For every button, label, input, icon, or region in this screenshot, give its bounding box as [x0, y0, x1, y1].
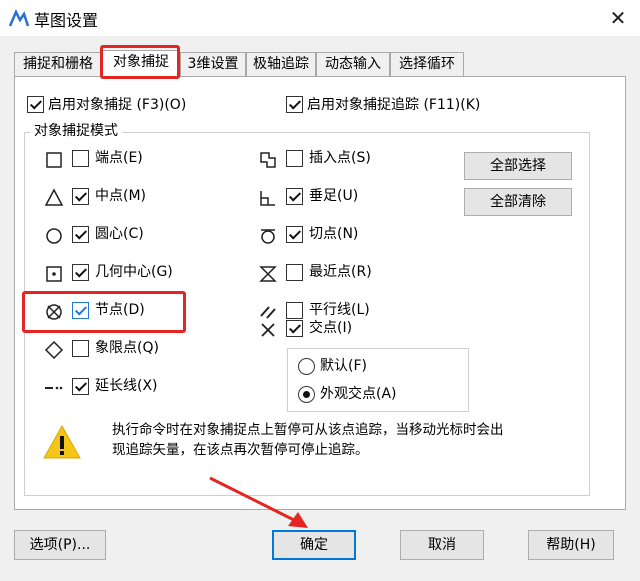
enable-tracking-checkbox[interactable] — [286, 96, 303, 113]
intersection-checkbox[interactable] — [286, 320, 303, 337]
diamond-marker-icon — [44, 340, 64, 360]
endpoint-checkbox[interactable] — [72, 150, 89, 167]
close-icon[interactable]: ✕ — [606, 6, 630, 30]
intersection-label: 交点(I) — [309, 320, 353, 336]
quadrant-checkbox[interactable] — [72, 340, 89, 357]
tab-dynamic-input[interactable]: 动态输入 — [316, 52, 390, 76]
center-label: 圆心(C) — [95, 226, 144, 242]
default-radio[interactable] — [298, 358, 315, 375]
options-button[interactable]: 选项(P)... — [14, 530, 106, 560]
default-radio-label: 默认(F) — [320, 358, 367, 374]
parallel-label: 平行线(L) — [309, 302, 370, 318]
extension-label: 延长线(X) — [95, 378, 158, 394]
intersection-marker-icon — [261, 323, 275, 337]
tangent-marker-icon — [261, 229, 275, 244]
extension-marker-icon — [45, 386, 63, 390]
title-bar: 草图设置 ✕ — [0, 0, 640, 36]
select-all-button[interactable]: 全部选择 — [464, 152, 572, 180]
parallel-marker-icon — [260, 306, 276, 319]
apparent-intersection-radio[interactable] — [298, 386, 315, 403]
square-marker-icon — [46, 152, 62, 168]
insertion-label: 插入点(S) — [309, 150, 371, 166]
help-button[interactable]: 帮助(H) — [528, 530, 614, 560]
cancel-button[interactable]: 取消 — [400, 530, 484, 560]
highlight-box-tab — [100, 45, 180, 79]
hint-line-2: 现追踪矢量，在该点再次暂停可停止追踪。 — [112, 442, 369, 458]
nearest-marker-icon — [259, 266, 277, 282]
center-checkbox[interactable] — [72, 226, 89, 243]
midpoint-checkbox[interactable] — [72, 188, 89, 205]
nearest-label: 最近点(R) — [309, 264, 372, 280]
perpendicular-label: 垂足(U) — [309, 188, 359, 204]
perpendicular-checkbox[interactable] — [286, 188, 303, 205]
nearest-checkbox[interactable] — [286, 264, 303, 281]
enable-tracking-label: 启用对象捕捉追踪 (F11)(K) — [307, 97, 481, 113]
apparent-intersection-label: 外观交点(A) — [320, 386, 397, 402]
window-title: 草图设置 — [34, 11, 99, 30]
perpendicular-marker-icon — [260, 191, 275, 206]
warning-icon — [43, 424, 81, 459]
tab-snap-grid[interactable]: 捕捉和栅格 — [14, 52, 102, 76]
enable-snap-label: 启用对象捕捉 (F3)(O) — [48, 97, 187, 113]
insert-marker-icon — [260, 152, 276, 168]
insertion-checkbox[interactable] — [286, 150, 303, 167]
red-arrow-annotation — [209, 476, 308, 528]
tab-selection-cycling[interactable]: 选择循环 — [390, 52, 464, 76]
hint-line-1: 执行命令时在对象捕捉点上暂停可从该点追踪，当移动光标时会出 — [112, 422, 504, 438]
extension-checkbox[interactable] — [72, 378, 89, 395]
circle-marker-icon — [46, 228, 62, 244]
tab-3d-settings[interactable]: 3维设置 — [180, 52, 246, 76]
app-logo-icon — [8, 9, 30, 27]
clear-all-button[interactable]: 全部清除 — [464, 188, 572, 216]
tangent-checkbox[interactable] — [286, 226, 303, 243]
tab-polar-tracking[interactable]: 极轴追踪 — [246, 52, 316, 76]
endpoint-label: 端点(E) — [95, 150, 143, 166]
tangent-label: 切点(N) — [309, 226, 359, 242]
midpoint-label: 中点(M) — [95, 188, 147, 204]
enable-snap-checkbox[interactable] — [27, 96, 44, 113]
snap-modes-title: 对象捕捉模式 — [30, 121, 122, 141]
dotted-square-marker-icon — [46, 266, 62, 282]
parallel-checkbox[interactable] — [286, 302, 303, 319]
triangle-marker-icon — [44, 188, 64, 206]
geometric-center-label: 几何中心(G) — [95, 264, 173, 280]
geometric-center-checkbox[interactable] — [72, 264, 89, 281]
highlight-box-node — [22, 291, 186, 333]
quadrant-label: 象限点(Q) — [95, 340, 159, 356]
